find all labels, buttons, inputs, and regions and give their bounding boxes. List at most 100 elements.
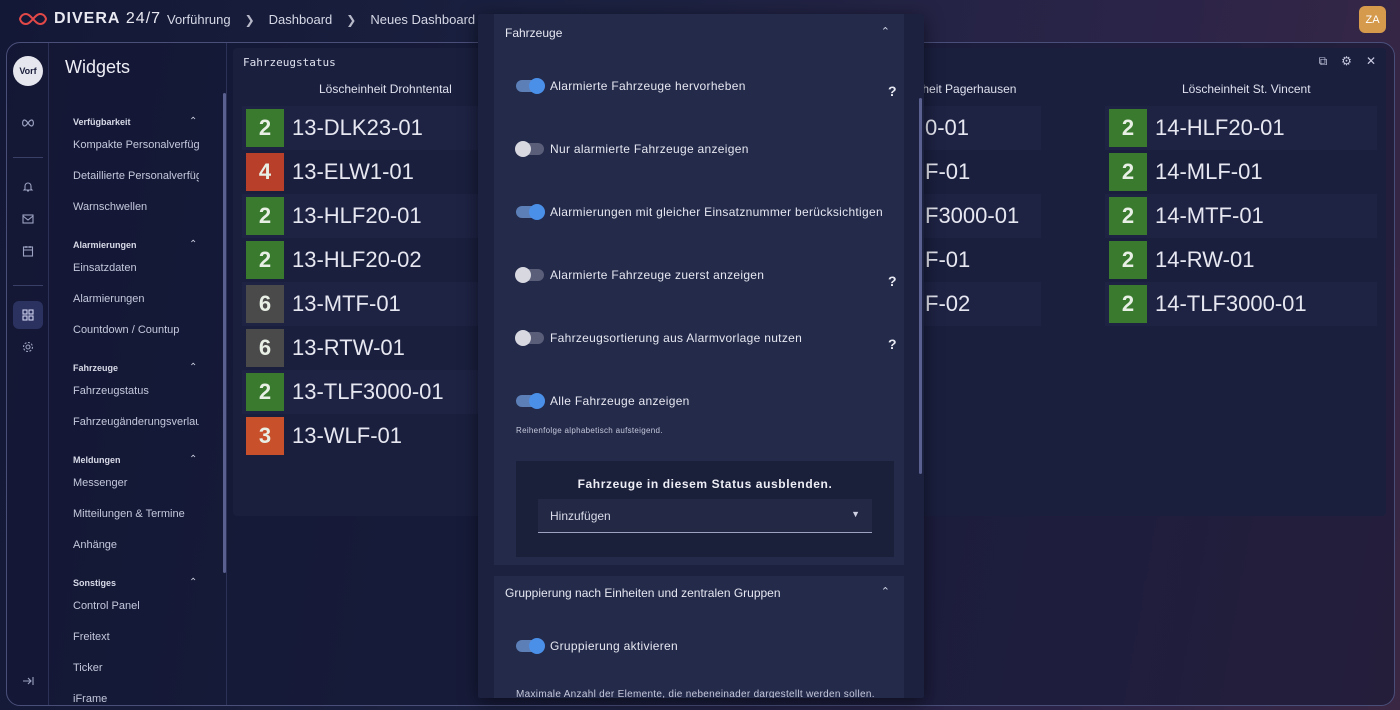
section-header[interactable]: Meldungen [73,455,121,465]
vehicle-status-badge: 2 [1109,241,1147,279]
breadcrumb-item[interactable]: Neues Dashboard [370,12,475,27]
calendar-icon[interactable] [13,237,43,265]
section-header[interactable]: Fahrzeuge [73,363,118,373]
unit-header: inheit Pagerhausen [913,82,1017,96]
vehicle-status-badge: 2 [1109,197,1147,235]
vehicle-row[interactable]: F-01 [925,240,970,280]
vehicle-name: 13-RTW-01 [292,335,405,360]
toggle-label: Fahrzeugsortierung aus Alarmvorlage nutz… [550,331,803,345]
vehicle-name: 13-HLF20-02 [292,247,422,272]
sidebar-item[interactable]: Freitext [73,631,199,643]
widget-sidebar: Widgets Verfügbarkeit ⌃ Kompakte Persona… [49,43,227,705]
vehicle-row[interactable]: F-02 [925,284,970,324]
toggle-label: Alle Fahrzeuge anzeigen [550,394,690,408]
toggle-highlight-alarmed[interactable] [516,78,545,94]
chevron-up-icon[interactable]: ⌃ [881,25,890,38]
chevron-up-icon[interactable]: ⌃ [881,585,890,598]
vehicle-row[interactable]: 2 14-TLF3000-01 [1109,284,1307,324]
chevron-up-icon[interactable]: ⌃ [189,454,197,465]
sidebar-item[interactable]: Fahrzeugänderungsverlauf [73,416,199,428]
vehicle-status-badge: 2 [1109,109,1147,147]
card-title[interactable]: Fahrzeuge [505,26,562,40]
unit-header: Löscheinheit St. Vincent [1182,82,1311,96]
vehicle-row[interactable]: 3 13-WLF-01 [246,416,402,456]
vehicle-row[interactable]: 4 13-ELW1-01 [246,152,414,192]
sidebar-item[interactable]: Warnschwellen [73,201,199,213]
vehicle-name: 0-01 [925,115,970,140]
section-header[interactable]: Verfügbarkeit [73,117,131,127]
vehicle-row[interactable]: 2 14-HLF20-01 [1109,108,1285,148]
chevron-up-icon[interactable]: ⌃ [189,362,197,373]
toggle-same-mission-number[interactable] [516,204,545,220]
sidebar-item[interactable]: Ticker [73,662,199,674]
chevron-up-icon[interactable]: ⌃ [189,116,197,127]
chevron-up-icon[interactable]: ⌃ [189,239,197,250]
sidebar-item[interactable]: Kompakte Personalverfügbarkeit [73,139,199,151]
vehicle-row[interactable]: 2 13-DLK23-01 [246,108,423,148]
toggle-label: Nur alarmierte Fahrzeuge anzeigen [550,142,749,156]
sidebar-item[interactable]: Fahrzeugstatus [73,385,199,397]
toggle-show-all-vehicles[interactable] [516,393,545,409]
infinity-icon[interactable] [13,109,43,137]
sidebar-item[interactable]: Messenger [73,477,199,489]
section-header[interactable]: Alarmierungen [73,240,137,250]
copy-icon[interactable]: ⧉ [1319,54,1328,69]
bell-icon[interactable] [13,173,43,201]
toggle-label: Alarmierungen mit gleicher Einsatznummer… [550,205,883,219]
close-icon[interactable]: ✕ [1366,54,1376,69]
sort-hint: Reihenfolge alphabetisch aufsteigend. [516,426,663,435]
vehicle-row[interactable]: 2 14-MTF-01 [1109,196,1264,236]
infinity-logo-icon [18,12,48,26]
help-icon[interactable]: ? [888,336,897,352]
toggle-template-sorting[interactable] [515,330,544,346]
sidebar-item[interactable]: Control Panel [73,600,199,612]
sidebar-item[interactable]: Countdown / Countup [73,324,199,336]
select-value: Hinzufügen [550,509,611,523]
max-elements-hint: Maximale Anzahl der Elemente, die nebene… [516,689,875,698]
mail-icon[interactable] [13,205,43,233]
sidebar-item[interactable]: iFrame [73,693,199,705]
sidebar-item[interactable]: Detaillierte Personalverfügbarkeit [73,170,199,182]
toggle-grouping[interactable] [516,638,545,654]
divider [13,285,43,286]
vehicle-row[interactable]: 2 13-HLF20-02 [246,240,422,280]
sidebar-item[interactable]: Einsatzdaten [73,262,199,274]
gear-icon[interactable]: ⚙ [1341,54,1352,69]
vehicle-row[interactable]: 2 13-HLF20-01 [246,196,422,236]
vehicle-status-badge: 2 [1109,285,1147,323]
vehicle-row[interactable]: 2 14-RW-01 [1109,240,1254,280]
vehicle-row[interactable]: 0-01 [925,108,969,148]
collapse-icon[interactable] [13,667,43,695]
modal-scrollbar[interactable] [919,98,922,474]
card-title[interactable]: Gruppierung nach Einheiten und zentralen… [505,586,781,600]
vehicle-row[interactable]: 6 13-MTF-01 [246,284,401,324]
user-avatar[interactable]: ZA [1359,6,1386,33]
toggle-alarmed-first[interactable] [515,267,544,283]
breadcrumb-item[interactable]: Vorführung [167,12,231,27]
breadcrumb-item[interactable]: Dashboard [269,12,333,27]
help-icon[interactable]: ? [888,273,897,289]
hide-status-box: Fahrzeuge in diesem Status ausblenden. H… [516,461,894,557]
vehicle-row[interactable]: 2 14-MLF-01 [1109,152,1263,192]
sidebar-item[interactable]: Anhänge [73,539,199,551]
vehicle-row[interactable]: F3000-01 [925,196,1019,236]
toggle-only-alarmed[interactable] [515,141,544,157]
help-icon[interactable]: ? [888,83,897,99]
sidebar-item[interactable]: Alarmierungen [73,293,199,305]
dashboard-icon[interactable] [13,301,43,329]
sidebar-item[interactable]: Mitteilungen & Termine [73,508,199,520]
vehicle-row[interactable]: 2 13-TLF3000-01 [246,372,444,412]
status-select[interactable]: Hinzufügen ▼ [538,499,872,533]
vehicle-name: 14-HLF20-01 [1155,115,1285,140]
vehicle-row[interactable]: F-01 [925,152,970,192]
org-avatar[interactable]: Vorf [13,56,43,86]
vehicle-status-badge: 2 [1109,153,1147,191]
vehicle-row[interactable]: 6 13-RTW-01 [246,328,405,368]
section-header[interactable]: Sonstiges [73,578,116,588]
sidebar-scrollbar[interactable] [223,93,226,573]
settings-icon[interactable] [13,333,43,361]
chevron-up-icon[interactable]: ⌃ [189,577,197,588]
logo[interactable]: DIVERA 24/7 [18,10,161,28]
vehicle-name: F-01 [925,159,971,184]
chevron-right-icon: ❯ [244,12,255,27]
